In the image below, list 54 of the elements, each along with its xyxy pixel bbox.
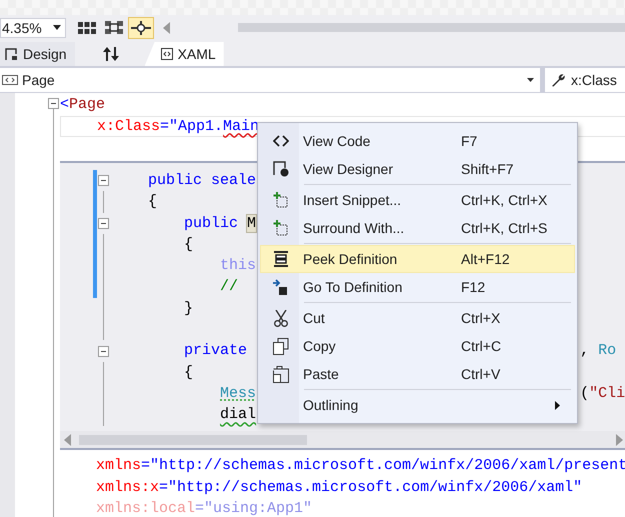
scrollbar-thumb[interactable] <box>238 23 625 32</box>
element-icon <box>2 75 18 85</box>
scrollbar-thumb[interactable] <box>79 434 307 444</box>
menu-item[interactable]: Surround With... Ctrl+K, Ctrl+S <box>260 214 575 242</box>
code-line: xmlns:local="using:App1" <box>95 499 314 517</box>
menu-item[interactable]: Cut Ctrl+X <box>260 304 575 332</box>
code-line: dial <box>219 406 256 424</box>
paste-icon <box>273 366 289 382</box>
code-line: { <box>147 193 158 210</box>
element-dropdown[interactable]: Page <box>0 68 540 92</box>
dropdown-caret-icon <box>527 78 534 82</box>
collapse-icon[interactable] <box>98 218 109 229</box>
collapse-icon[interactable] <box>98 175 109 186</box>
menu-item[interactable]: Peek Definition Alt+F12 <box>260 245 575 273</box>
code-line: public M <box>183 214 256 232</box>
code-line: this <box>219 257 256 274</box>
code-fragment: , Ro <box>580 341 616 362</box>
member-dropdown[interactable]: x:Class <box>545 68 625 92</box>
code-icon <box>273 135 289 147</box>
menu-item[interactable]: Outlining <box>260 391 575 419</box>
code-line: <Page <box>60 95 106 115</box>
code-line: { <box>183 364 194 381</box>
code-line: public seale <box>147 172 256 189</box>
design-icon <box>5 48 18 60</box>
collapse-icon[interactable] <box>98 346 109 357</box>
snippet-icon <box>273 220 289 236</box>
snippet-icon <box>273 192 289 208</box>
tab[interactable]: Design <box>0 42 75 66</box>
zoom-dropdown[interactable]: 4.35% <box>0 18 66 38</box>
menu-item[interactable]: Copy Ctrl+C <box>260 332 575 360</box>
dropdown-caret-icon <box>53 25 61 30</box>
tab[interactable]: XAML <box>144 42 224 66</box>
cut-icon <box>273 310 289 326</box>
code-fragment: ("Cli <box>580 384 625 404</box>
code-line: private <box>183 342 248 360</box>
menu-item[interactable]: Insert Snippet... Ctrl+K, Ctrl+X <box>260 186 575 214</box>
peek-icon <box>273 251 289 267</box>
menu-item[interactable]: Paste Ctrl+V <box>260 360 575 388</box>
wrench-icon <box>551 73 565 87</box>
submenu-arrow-icon <box>555 400 560 410</box>
menu-item[interactable]: Go To Definition F12 <box>260 273 575 301</box>
code-line: // <box>219 278 238 296</box>
menu-item[interactable]: View Designer Shift+F7 <box>260 155 575 183</box>
designer-icon <box>273 161 289 177</box>
xaml-icon <box>160 48 173 60</box>
swap-panes-icon[interactable] <box>102 47 119 61</box>
code-line: Mess <box>219 384 256 402</box>
collapse-icon[interactable] <box>48 98 59 109</box>
copy-icon <box>273 338 289 354</box>
code-line: } <box>183 300 194 317</box>
code-line: xmlns:x="http://schemas.microsoft.com/winfx/2006/xaml" <box>95 478 584 498</box>
code-line: { <box>183 236 194 253</box>
snap-icon[interactable] <box>128 16 154 38</box>
goto-icon <box>273 279 289 295</box>
